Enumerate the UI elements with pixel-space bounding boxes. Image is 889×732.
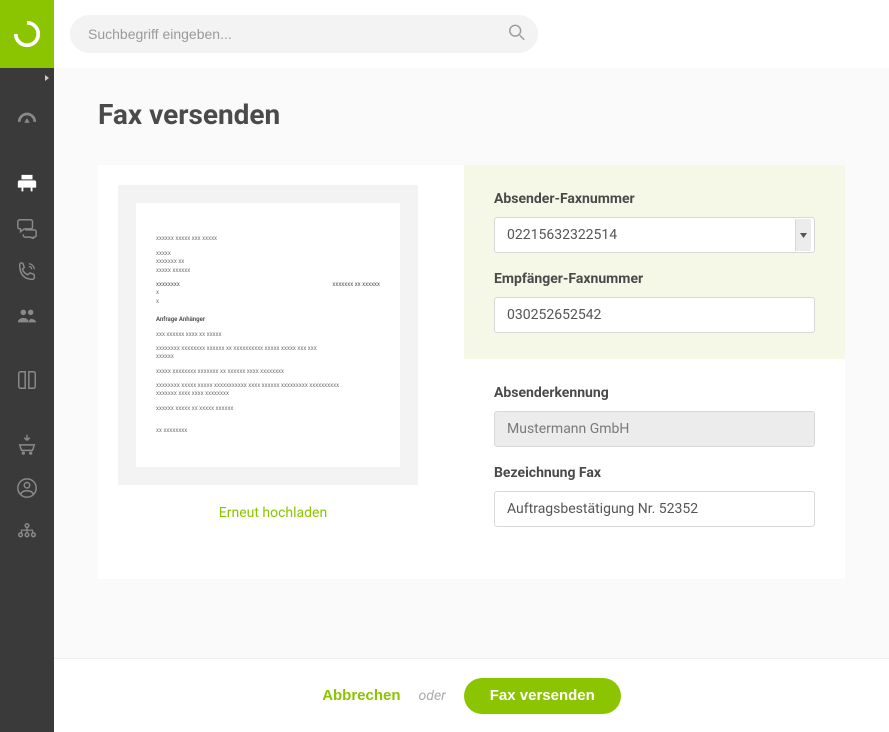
search-button[interactable] — [508, 24, 526, 45]
document-preview[interactable]: ​xxxxxx xxxxx xxx xxxxx xxxxxxxxxxxx xxx… — [118, 185, 418, 485]
preview-column: ​xxxxxx xxxxx xxx xxxxx xxxxxxxxxxxx xxx… — [98, 165, 428, 579]
phone-icon — [16, 261, 38, 283]
sender-fax-label: Absender-Faxnummer — [494, 191, 815, 207]
nav-team[interactable] — [0, 510, 54, 554]
sender-id-input — [494, 411, 815, 447]
send-fax-button[interactable]: Fax versenden — [464, 678, 621, 714]
nav-chat[interactable] — [0, 206, 54, 250]
document-page: ​xxxxxx xxxxx xxx xxxxx xxxxxxxxxxxx xxx… — [136, 203, 400, 467]
fax-form-card: ​xxxxxx xxxxx xxx xxxxx xxxxxxxxxxxx xxx… — [98, 165, 845, 579]
form-section-numbers: Absender-Faxnummer 02215632322514 — [464, 165, 845, 359]
or-separator: oder — [419, 688, 446, 704]
cart-download-icon — [16, 433, 38, 455]
printer-icon — [16, 173, 38, 195]
fax-name-input[interactable] — [494, 491, 815, 527]
nav-contacts[interactable] — [0, 294, 54, 338]
nav-calls[interactable] — [0, 250, 54, 294]
book-icon — [16, 369, 38, 391]
search-icon — [508, 24, 526, 42]
footer-actions: Abbrechen oder Fax versenden — [54, 658, 889, 732]
sender-fax-select[interactable]: 02215632322514 — [494, 217, 815, 253]
search-input[interactable] — [70, 15, 538, 53]
chat-icon — [16, 217, 38, 239]
org-icon — [16, 521, 38, 543]
page-title: Fax versenden — [98, 98, 845, 131]
chevron-right-icon — [43, 74, 51, 82]
fax-name-label: Bezeichnung Fax — [494, 465, 815, 481]
people-icon — [16, 305, 38, 327]
nav-fax[interactable] — [0, 162, 54, 206]
nav-documents[interactable] — [0, 358, 54, 402]
sidebar-expand-toggle[interactable] — [39, 70, 55, 86]
nav-dashboard[interactable] — [0, 98, 54, 142]
brand-logo-icon — [12, 19, 42, 49]
nav-shop[interactable] — [0, 422, 54, 466]
doc-subject: Anfrage Anhänger — [156, 316, 380, 324]
cancel-button[interactable]: Abbrechen — [322, 687, 400, 704]
topbar — [54, 0, 889, 68]
sidebar — [0, 0, 54, 732]
form-section-meta: Absenderkennung Bezeichnung Fax — [464, 359, 845, 553]
user-circle-icon — [16, 477, 38, 499]
sender-id-label: Absenderkennung — [494, 385, 815, 401]
form-column: Absender-Faxnummer 02215632322514 — [464, 165, 845, 579]
main-area: Fax versenden ​xxxxxx xxxxx xxx xxxxx xx… — [54, 0, 889, 732]
reupload-link[interactable]: Erneut hochladen — [118, 505, 428, 521]
gauge-icon — [16, 109, 38, 131]
sidebar-nav — [0, 98, 54, 554]
logo[interactable] — [0, 0, 54, 68]
nav-account[interactable] — [0, 466, 54, 510]
recipient-fax-label: Empfänger-Faxnummer — [494, 271, 815, 287]
recipient-fax-input[interactable] — [494, 297, 815, 333]
